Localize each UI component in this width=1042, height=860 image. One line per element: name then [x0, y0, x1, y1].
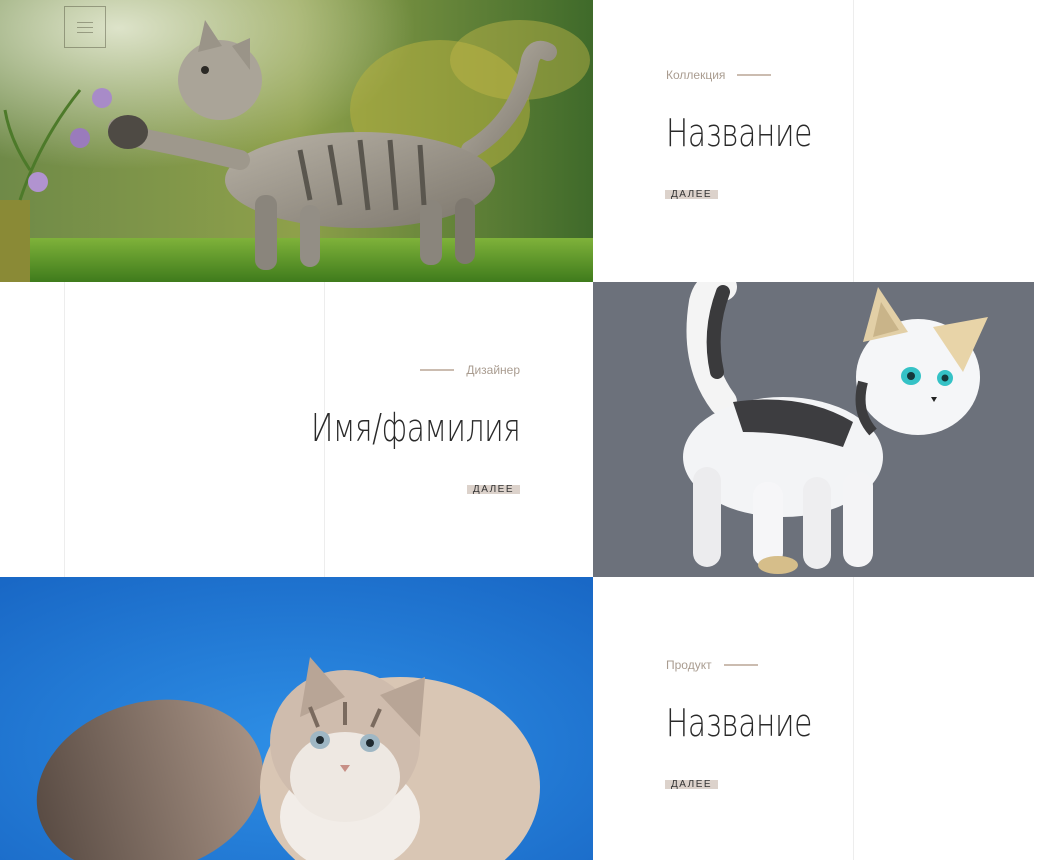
designer-name: Имя/фамилия [310, 406, 521, 450]
menu-button[interactable] [64, 6, 106, 48]
category-label: Коллекция [666, 68, 726, 82]
hamburger-icon [77, 31, 93, 33]
grid-line [64, 282, 65, 577]
more-link[interactable]: ДАЛЕЕ [466, 485, 520, 495]
white-cat-image[interactable] [593, 282, 1034, 577]
item-title: Название [666, 111, 813, 155]
label-dash [737, 74, 772, 76]
label-dash [420, 369, 455, 371]
grid-line [853, 0, 854, 282]
hamburger-icon [77, 21, 93, 23]
more-link[interactable]: ДАЛЕЕ [665, 780, 719, 790]
hamburger-icon [77, 26, 93, 28]
product-label: Продукт [666, 658, 712, 672]
label-dash [723, 664, 758, 666]
designer-label: Дизайнер [466, 363, 520, 377]
item-2-label-row: Дизайнер [420, 363, 520, 377]
more-link[interactable]: ДАЛЕЕ [665, 190, 719, 200]
item-title: Название [666, 701, 813, 745]
fluffy-cat-image[interactable] [0, 577, 593, 860]
item-1-label-row: Коллекция [666, 68, 772, 82]
grid-line [853, 577, 854, 860]
item-3-label-row: Продукт [666, 658, 758, 672]
